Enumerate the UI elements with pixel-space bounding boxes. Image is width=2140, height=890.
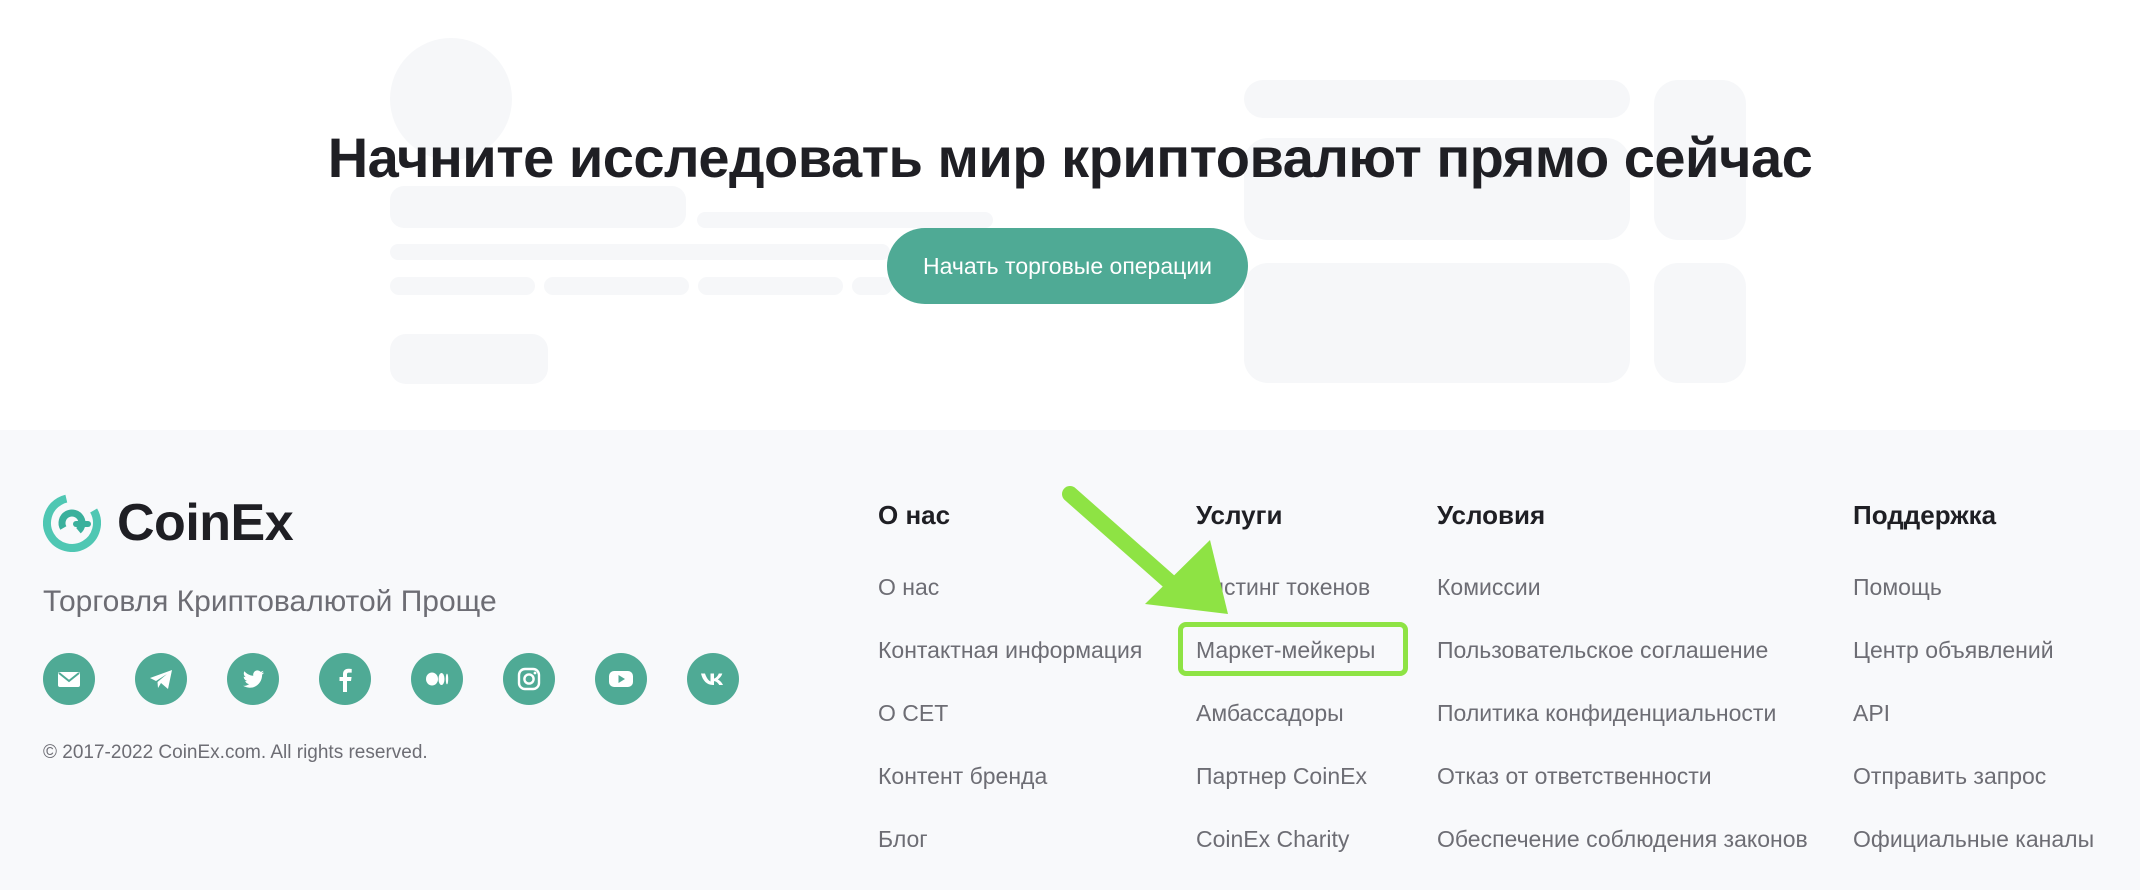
footer-column-about: О нас О нас Контактная информация О CET … [878, 499, 1142, 888]
list-item: Блог [878, 825, 1142, 888]
social-links [43, 653, 739, 705]
column-title: О нас [878, 500, 951, 530]
footer-link[interactable]: Центр объявлений [1853, 637, 2054, 663]
facebook-link[interactable] [319, 653, 371, 705]
footer-link[interactable]: Официальные каналы [1853, 826, 2094, 852]
list-item: Помощь [1853, 573, 2094, 636]
market-makers-link[interactable]: Маркет-мейкеры [1196, 637, 1375, 663]
list-item: Официальные каналы [1853, 825, 2094, 888]
footer-column-services: Услуги Листинг токенов Маркет-мейкеры Ам… [1196, 499, 1375, 888]
list-item: Листинг токенов [1196, 573, 1375, 636]
footer-link[interactable]: О нас [878, 574, 939, 600]
list-item: Центр объявлений [1853, 636, 2094, 699]
vk-icon [701, 673, 723, 685]
list-item: Отправить запрос [1853, 762, 2094, 825]
instagram-icon [517, 667, 541, 691]
footer-link[interactable]: Блог [878, 826, 928, 852]
coinex-logo[interactable]: CoinEx [43, 493, 294, 553]
skeleton-bar [390, 277, 535, 295]
column-title: Условия [1437, 500, 1546, 530]
list-item: Пользовательское соглашение [1437, 636, 1808, 699]
footer-link[interactable]: Комиссии [1437, 574, 1541, 600]
list-item: Контент бренда [878, 762, 1142, 825]
list-item: Контактная информация [878, 636, 1142, 699]
footer-link[interactable]: Обеспечение соблюдения законов [1437, 826, 1808, 852]
list-item: О нас [878, 573, 1142, 636]
skeleton-button [390, 334, 548, 384]
list-item: Политика конфиденциальности [1437, 699, 1808, 762]
skeleton-card [1244, 263, 1630, 383]
hero-section: Начните исследовать мир криптовалют прям… [0, 0, 2140, 430]
skeleton-bar [697, 212, 993, 228]
footer-column-terms: Условия Комиссии Пользовательское соглаш… [1437, 499, 1808, 888]
footer-link[interactable]: Амбассадоры [1196, 700, 1344, 726]
telegram-link[interactable] [135, 653, 187, 705]
mail-icon [58, 672, 80, 687]
copyright: © 2017-2022 CoinEx.com. All rights reser… [43, 742, 428, 763]
footer-link[interactable]: О CET [878, 700, 948, 726]
list-item: API [1853, 699, 2094, 762]
facebook-icon [339, 668, 352, 692]
footer-link[interactable]: Отправить запрос [1853, 763, 2046, 789]
start-trading-button[interactable]: Начать торговые операции [887, 228, 1248, 304]
medium-link[interactable] [411, 653, 463, 705]
skeleton-bar [390, 186, 686, 228]
skeleton-bar [544, 277, 689, 295]
tagline: Торговля Криптовалютой Проще [43, 585, 497, 618]
footer-link[interactable]: API [1853, 700, 1890, 726]
column-title: Услуги [1196, 500, 1283, 530]
skeleton-bar [1244, 80, 1630, 118]
footer-link[interactable]: Листинг токенов [1196, 574, 1370, 600]
list-item: О CET [878, 699, 1142, 762]
footer-link[interactable]: Контактная информация [878, 637, 1142, 663]
brand-name: CoinEx [117, 494, 294, 552]
footer-link[interactable]: Пользовательское соглашение [1437, 637, 1768, 663]
list-item: CoinEx Charity [1196, 825, 1375, 888]
telegram-icon [150, 670, 172, 689]
skeleton-bar [852, 277, 892, 295]
medium-icon [426, 672, 449, 686]
hero-title: Начните исследовать мир криптовалют прям… [327, 126, 1813, 189]
list-item: Партнер CoinEx [1196, 762, 1375, 825]
mail-link[interactable] [43, 653, 95, 705]
footer-link[interactable]: Политика конфиденциальности [1437, 700, 1776, 726]
youtube-icon [609, 671, 633, 687]
footer-column-support: Поддержка Помощь Центр объявлений API От… [1853, 499, 2094, 888]
skeleton-bar [698, 277, 843, 295]
twitter-icon [243, 670, 264, 688]
list-item: Маркет-мейкеры [1196, 636, 1375, 699]
list-item: Обеспечение соблюдения законов [1437, 825, 1808, 888]
youtube-link[interactable] [595, 653, 647, 705]
skeleton-bar [390, 244, 890, 260]
footer-link[interactable]: CoinEx Charity [1196, 826, 1349, 852]
footer-link[interactable]: Отказ от ответственности [1437, 763, 1712, 789]
footer-link[interactable]: Контент бренда [878, 763, 1047, 789]
instagram-link[interactable] [503, 653, 555, 705]
list-item: Отказ от ответственности [1437, 762, 1808, 825]
twitter-link[interactable] [227, 653, 279, 705]
list-item: Амбассадоры [1196, 699, 1375, 762]
vk-link[interactable] [687, 653, 739, 705]
column-title: Поддержка [1853, 500, 1997, 530]
list-item: Комиссии [1437, 573, 1808, 636]
coinex-logo-icon [43, 494, 101, 552]
footer-link[interactable]: Помощь [1853, 574, 1942, 600]
footer-link[interactable]: Партнер CoinEx [1196, 763, 1367, 789]
skeleton-card [1654, 263, 1746, 383]
